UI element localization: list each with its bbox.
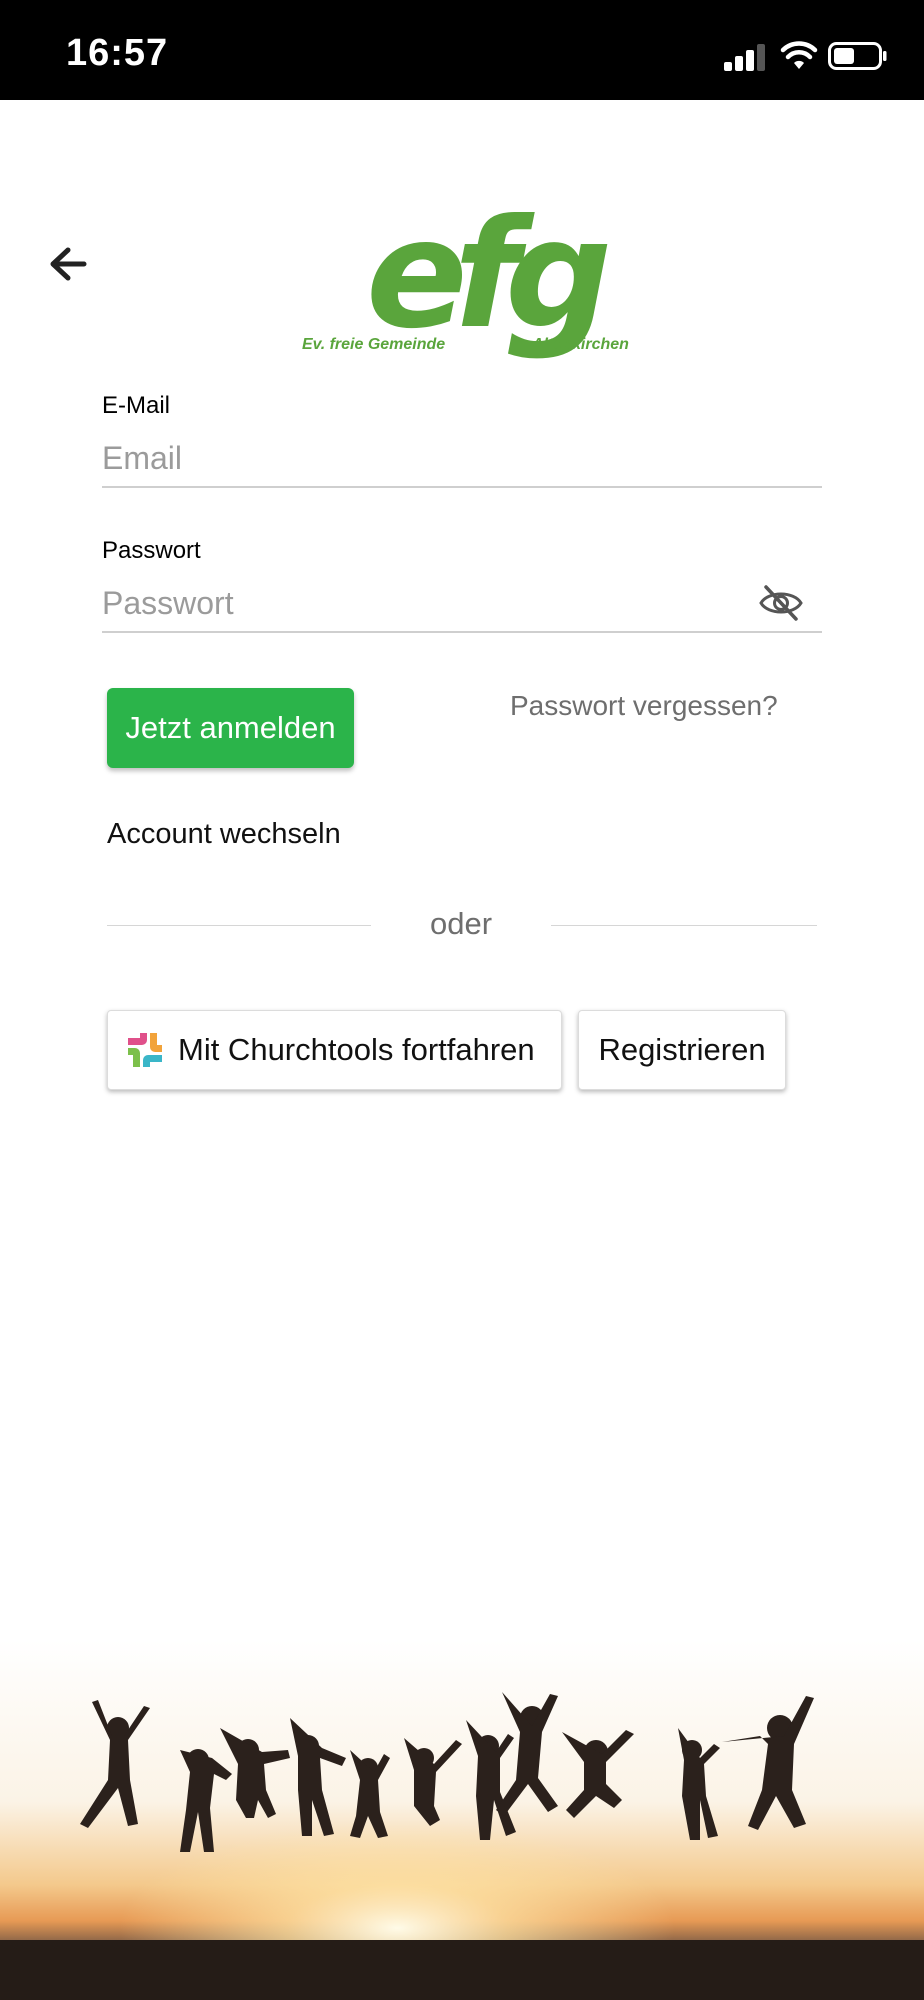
logo-letters: efg	[366, 188, 612, 362]
email-field: E-Mail	[102, 392, 822, 488]
arrow-left-icon	[50, 247, 87, 281]
register-button[interactable]: Registrieren	[578, 1010, 786, 1090]
forgot-password-link[interactable]: Passwort vergessen?	[510, 690, 778, 722]
password-label: Passwort	[102, 537, 201, 564]
password-input[interactable]	[102, 575, 822, 631]
logo-left-text: Ev. freie Gemeinde	[302, 336, 446, 353]
password-row	[102, 575, 822, 633]
password-field: Passwort	[102, 537, 822, 633]
churchtools-button[interactable]: Mit Churchtools fortfahren	[107, 1010, 562, 1090]
churchtools-label: Mit Churchtools fortfahren	[178, 1032, 535, 1067]
divider-text: oder	[429, 906, 493, 941]
email-label: E-Mail	[102, 392, 171, 419]
divider-line-left	[107, 925, 371, 926]
back-button[interactable]	[44, 240, 92, 288]
divider-line-right	[551, 925, 817, 926]
logo: efg Ev. freie Gemeinde Altenkirchen	[300, 200, 629, 366]
status-bar: 16:57	[0, 0, 924, 100]
email-input[interactable]	[102, 430, 822, 486]
logo-right-text: Altenkirchen	[532, 336, 629, 353]
wifi-icon	[780, 41, 818, 69]
email-row	[102, 430, 822, 488]
switch-account-link[interactable]: Account wechseln	[107, 818, 341, 851]
signal-icon	[724, 44, 765, 71]
eye-off-icon[interactable]	[758, 583, 804, 623]
churchtools-icon	[128, 1033, 162, 1067]
status-time: 16:57	[66, 32, 169, 74]
or-divider: oder	[107, 904, 817, 948]
battery-icon	[828, 42, 887, 70]
background-photo	[0, 1640, 924, 2000]
login-button[interactable]: Jetzt anmelden	[107, 688, 354, 768]
